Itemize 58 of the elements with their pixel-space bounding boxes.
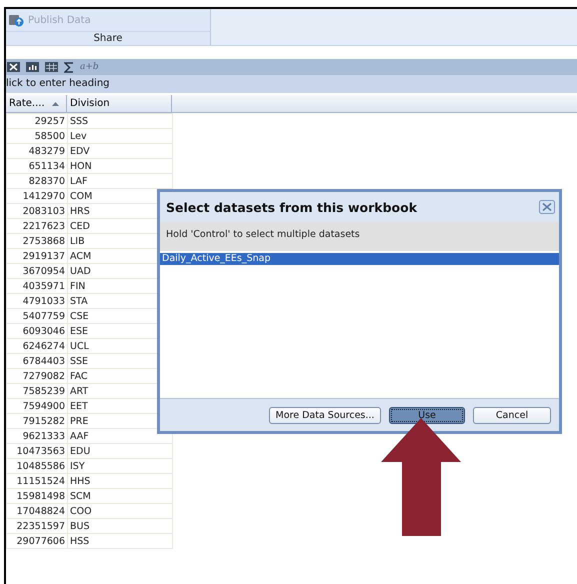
table-cell: 58500	[6, 128, 68, 144]
column-header[interactable]: Rate....	[6, 95, 67, 112]
publish-icon	[8, 13, 24, 27]
dialog-button[interactable]: More Data Sources...	[269, 406, 381, 424]
table-cell: 9621333	[6, 428, 68, 444]
table-cell: 483279	[6, 144, 68, 158]
table-cell: 4035971	[6, 278, 68, 294]
table-cell: EDU	[68, 444, 172, 458]
table-cell: 7585239	[6, 384, 68, 398]
table-cell: 2083103	[6, 204, 68, 218]
table-cell: 828370	[6, 174, 68, 188]
column-header-label: Division	[70, 98, 110, 109]
table-cell: COO	[68, 504, 172, 518]
table-cell: HSS	[68, 534, 172, 548]
dataset-item[interactable]: Daily_Active_EEs_Snap	[160, 253, 559, 265]
table-cell: 15981498	[6, 488, 68, 504]
group-label: Share	[6, 31, 210, 45]
table-cell: 29257	[6, 114, 68, 128]
table-cell: 7915282	[6, 414, 68, 428]
table-cell: 6246274	[6, 338, 68, 354]
bar-chart-icon	[26, 62, 39, 72]
dialog-button[interactable]: Use	[389, 406, 465, 424]
table-cell: 2919137	[6, 248, 68, 264]
table-cell: 7594900	[6, 398, 68, 414]
table-cell: 11151524	[6, 474, 68, 488]
column-header[interactable]: Division	[67, 95, 172, 112]
table-cell: 1412970	[6, 188, 68, 204]
table-cell: Lev	[68, 128, 172, 144]
table-cell: 5407759	[6, 308, 68, 324]
table-cell: SCM	[68, 488, 172, 504]
table-cell: SSS	[68, 114, 172, 128]
table-cell: HHS	[68, 474, 172, 488]
heading-field[interactable]: lick to enter heading	[6, 75, 577, 94]
table-cell: 17048824	[6, 504, 68, 518]
table-cell: 29077606	[6, 534, 68, 548]
instructions-text: Hold 'Control' to select multiple datasets	[160, 222, 559, 251]
table-cell: ISY	[68, 458, 172, 474]
column-header-label: Rate....	[9, 98, 45, 109]
close-chart-icon	[7, 62, 20, 72]
dialog-button[interactable]: Cancel	[473, 406, 551, 424]
table-cell: 6093046	[6, 324, 68, 338]
table-cell: LAF	[68, 174, 172, 188]
table-cell: 10473563	[6, 444, 68, 458]
table-cell: BUS	[68, 518, 172, 534]
table-cell: 2753868	[6, 234, 68, 248]
table-cell: HON	[68, 158, 172, 174]
close-icon[interactable]	[539, 200, 555, 214]
table-cell: 6784403	[6, 354, 68, 368]
table-cell: EDV	[68, 144, 172, 158]
table-cell: 10485586	[6, 458, 68, 474]
table-cell: 4791033	[6, 294, 68, 308]
table-cell: 651134	[6, 158, 68, 174]
sum-icon	[64, 62, 74, 72]
table-cell: 22351597	[6, 518, 68, 534]
table-cell: 3670954	[6, 264, 68, 278]
table-icon	[45, 62, 58, 72]
table-cell: 2217623	[6, 218, 68, 234]
table-cell: 7279082	[6, 368, 68, 384]
